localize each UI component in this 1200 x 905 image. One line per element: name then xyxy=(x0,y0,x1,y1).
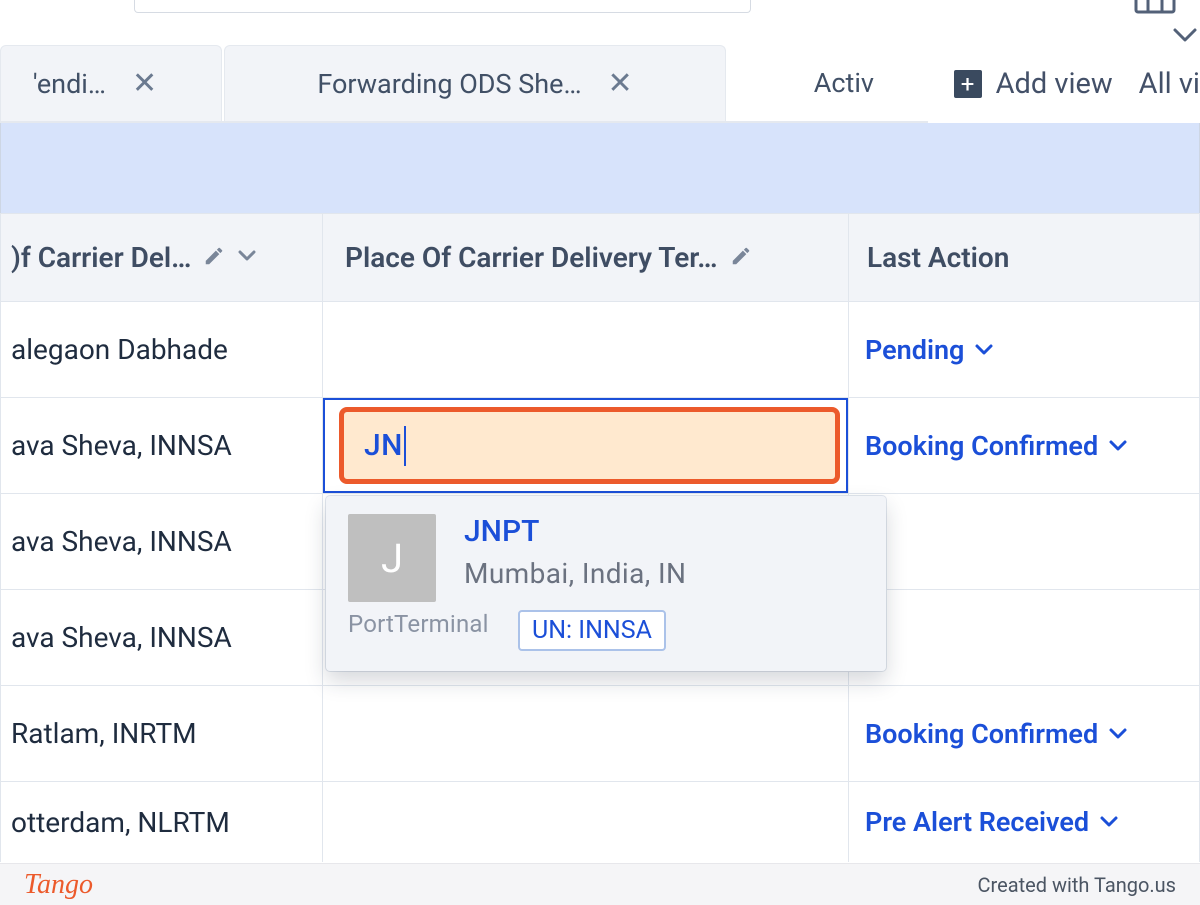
cell-last-action[interactable]: Pending xyxy=(849,302,1199,397)
status-dropdown[interactable]: Booking Confirmed xyxy=(865,430,1128,462)
tab-active[interactable]: Activ xyxy=(728,45,880,121)
option-code-badge: UN: INNSA xyxy=(518,610,666,651)
cell-last-action[interactable]: Booking Confirmed xyxy=(849,398,1199,493)
top-toolbar-icons xyxy=(1134,0,1176,14)
annotation-highlight: JN xyxy=(339,407,840,484)
cell-text: Ratlam, INRTM xyxy=(11,717,197,750)
table-row: alegaon Dabhade Pending xyxy=(0,302,1200,398)
pencil-icon[interactable] xyxy=(730,245,752,271)
cell-last-action[interactable]: Pre Alert Received xyxy=(849,782,1199,862)
column-header-carrier-delivery[interactable]: )f Carrier Del… xyxy=(1,214,323,301)
footer-credit-text: Created with Tango.us xyxy=(977,873,1176,897)
cell-carrier-delivery[interactable]: ava Sheva, INNSA xyxy=(1,494,323,589)
layout-columns-icon[interactable] xyxy=(1134,0,1176,14)
tab-pending[interactable]: 'endi… ✕ xyxy=(0,45,222,121)
avatar-letter: J xyxy=(381,535,403,582)
table-row: Ratlam, INRTM Booking Confirmed xyxy=(0,686,1200,782)
status-label: Pre Alert Received xyxy=(865,806,1089,838)
table-row: ava Sheva, INNSA JN Booking Confirmed xyxy=(0,398,1200,494)
close-icon[interactable]: ✕ xyxy=(608,69,633,99)
table-row: otterdam, NLRTM Pre Alert Received xyxy=(0,782,1200,862)
tango-brand-logo: Tango xyxy=(24,869,93,901)
cell-delivery-terminal[interactable] xyxy=(323,302,849,397)
cell-text: ava Sheva, INNSA xyxy=(11,429,232,462)
cell-text: ava Sheva, INNSA xyxy=(11,621,232,654)
autocomplete-option[interactable]: J JNPT Mumbai, India, IN xyxy=(348,514,864,602)
text-cursor xyxy=(404,426,407,466)
cell-last-action[interactable]: Booking Confirmed xyxy=(849,686,1199,781)
column-label: Last Action xyxy=(867,241,1009,274)
cell-text: alegaon Dabhade xyxy=(11,333,228,366)
cell-carrier-delivery[interactable]: alegaon Dabhade xyxy=(1,302,323,397)
status-dropdown[interactable]: Pre Alert Received xyxy=(865,806,1119,838)
autocomplete-dropdown: J JNPT Mumbai, India, IN PortTerminal UN… xyxy=(326,496,886,671)
selection-band xyxy=(0,123,1200,213)
input-value: JN xyxy=(364,428,403,463)
option-type-label: PortTerminal xyxy=(348,610,490,638)
column-header-last-action[interactable]: Last Action xyxy=(849,214,1199,301)
all-views-label: All vi xyxy=(1139,67,1200,101)
tab-label: 'endi… xyxy=(33,68,106,100)
plus-icon: + xyxy=(954,70,982,98)
cell-carrier-delivery[interactable]: ava Sheva, INNSA xyxy=(1,590,323,685)
cell-carrier-delivery[interactable]: Ratlam, INRTM xyxy=(1,686,323,781)
cell-delivery-terminal-editing[interactable]: JN xyxy=(323,398,849,493)
cell-carrier-delivery[interactable]: ava Sheva, INNSA xyxy=(1,398,323,493)
option-meta-row: PortTerminal UN: INNSA xyxy=(348,610,864,651)
status-dropdown[interactable]: Booking Confirmed xyxy=(865,718,1128,750)
all-views-button[interactable]: All vi xyxy=(1139,67,1200,101)
status-dropdown[interactable]: Pending xyxy=(865,334,994,366)
column-label: )f Carrier Del… xyxy=(11,241,191,274)
status-label: Pending xyxy=(865,334,964,366)
column-label: Place Of Carrier Delivery Ter… xyxy=(345,241,718,274)
option-avatar: J xyxy=(348,514,436,602)
chevron-down-icon xyxy=(974,343,994,357)
cell-delivery-terminal[interactable] xyxy=(323,782,849,862)
footer-bar: Tango Created with Tango.us xyxy=(0,863,1200,905)
chevron-down-icon xyxy=(1108,727,1128,741)
option-subtitle: Mumbai, India, IN xyxy=(464,557,686,590)
chevron-down-icon xyxy=(1099,815,1119,829)
tab-label: Activ xyxy=(814,67,874,99)
cell-text: ava Sheva, INNSA xyxy=(11,525,232,558)
add-view-button[interactable]: + Add view xyxy=(928,67,1139,101)
tab-label: Forwarding ODS She… xyxy=(317,68,581,100)
view-controls: + Add view All vi xyxy=(928,45,1200,123)
terminal-search-input[interactable]: JN xyxy=(364,426,406,466)
cell-text: otterdam, NLRTM xyxy=(11,806,230,839)
search-input-frame[interactable] xyxy=(134,0,751,13)
pencil-icon[interactable] xyxy=(203,245,225,271)
chevron-down-icon xyxy=(1108,439,1128,453)
tab-forwarding-ods[interactable]: Forwarding ODS She… ✕ xyxy=(224,45,726,121)
status-label: Booking Confirmed xyxy=(865,718,1098,750)
cell-delivery-terminal[interactable] xyxy=(323,686,849,781)
cell-last-action[interactable] xyxy=(849,590,1199,685)
table-header-row: )f Carrier Del… Place Of Carrier Deliver… xyxy=(0,213,1200,302)
chevron-down-icon[interactable] xyxy=(237,248,257,267)
cell-carrier-delivery[interactable]: otterdam, NLRTM xyxy=(1,782,323,862)
status-label: Booking Confirmed xyxy=(865,430,1098,462)
option-details: JNPT Mumbai, India, IN xyxy=(464,514,686,602)
option-title: JNPT xyxy=(464,514,686,549)
cell-last-action[interactable] xyxy=(849,494,1199,589)
add-view-label: Add view xyxy=(996,67,1113,101)
column-header-delivery-terminal[interactable]: Place Of Carrier Delivery Ter… xyxy=(323,214,849,301)
close-icon[interactable]: ✕ xyxy=(132,69,157,99)
